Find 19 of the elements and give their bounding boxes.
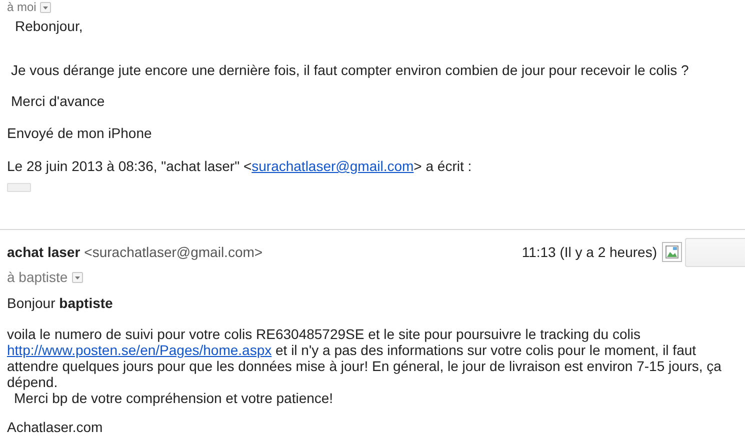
greeting: Bonjour baptiste xyxy=(7,295,114,311)
sender-email: <surachatlaser@gmail.com> xyxy=(84,244,263,260)
message-paragraph: voila le numero de suivi pour votre colis RE630485729SE et le site pour poursuivre le tracking du colis http://www.posten.se/en/Pages/home.aspx et il n'y a pas des informations sur votre colis pour le moment, il faut attendre quelques jours pour que les données mise à jour! En géneral, le jour de livraison est environ 7-15 jours, ça dépend. xyxy=(7,326,722,390)
broken-image-icon xyxy=(662,242,682,262)
message-line: Merci d'avance xyxy=(10,93,106,109)
message-time: 11:13 (Il y a 2 heures) xyxy=(522,244,657,260)
dropdown-icon[interactable] xyxy=(72,272,83,282)
tracking-link[interactable]: http://www.posten.se/en/Pages/home.aspx xyxy=(7,342,272,358)
message-line: Je vous dérange jute encore une dernière fois, il faut compter environ combien de jour pour recevoir le colis ? xyxy=(10,62,690,78)
message-line: Merci bp de votre compréhension et votre patience! xyxy=(13,390,334,406)
email-link[interactable]: surachatlaser@gmail.com xyxy=(252,158,414,174)
recipient-label: à baptiste xyxy=(7,269,68,285)
dropdown-icon[interactable] xyxy=(40,2,52,12)
message-line: Envoyé de mon iPhone xyxy=(6,125,153,141)
sender-name: achat laser xyxy=(7,244,80,260)
recipient-label: à moi xyxy=(7,0,36,14)
message-line: Rebonjour, xyxy=(14,18,84,34)
quote-attribution: Le 28 juin 2013 à 08:36, "achat laser" <surachatlaser@gmail.com> a écrit : xyxy=(6,158,473,174)
signature: Achatlaser.com xyxy=(7,419,104,435)
